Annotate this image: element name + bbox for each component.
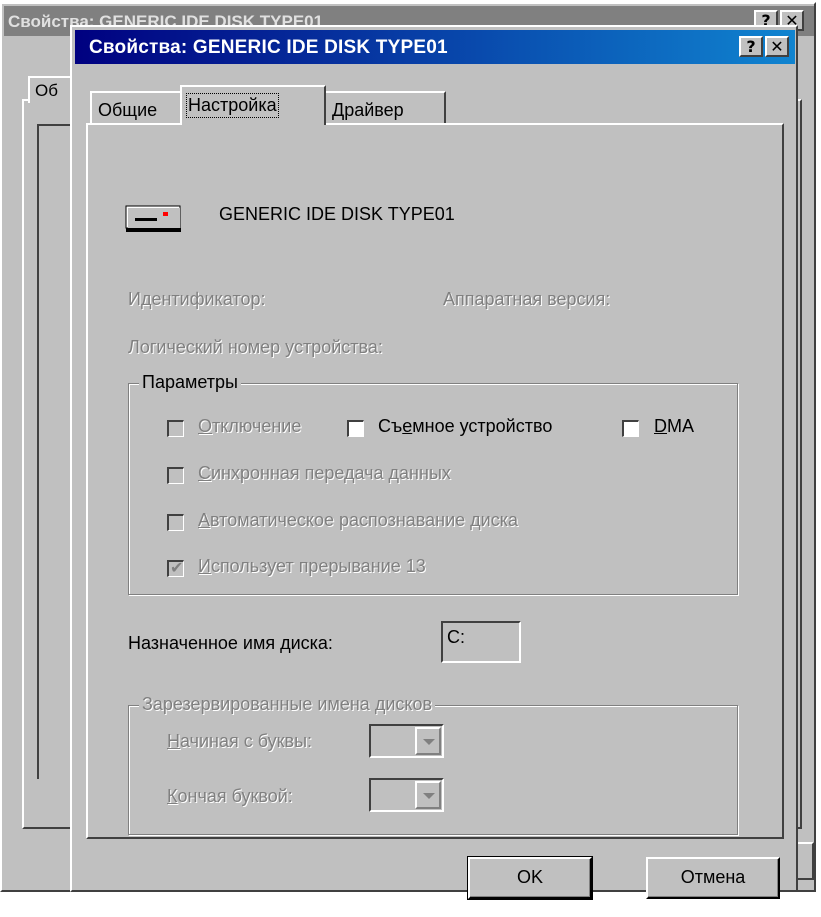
background-tab-label: Об <box>35 81 58 100</box>
end-letter-select[interactable] <box>369 778 444 812</box>
ok-button[interactable]: OK <box>467 856 593 900</box>
start-letter-select[interactable] <box>369 724 444 758</box>
reserved-group-title: Зарезервированные имена дисков <box>139 694 436 715</box>
tab-general-label: Общие <box>98 100 158 120</box>
tab-driver-label: Драйвер <box>332 100 404 120</box>
disk-drive-icon <box>125 205 181 232</box>
start-letter-label: Начиная с буквы: <box>167 731 313 751</box>
parameters-group-title: Параметры <box>139 372 241 393</box>
tab-settings-label: Настройка <box>186 93 279 118</box>
removable-label: Съемное устройство <box>378 416 553 436</box>
close-button[interactable]: ✕ <box>765 36 789 57</box>
chevron-down-icon <box>423 793 435 799</box>
parameters-group: Параметры Отключение Съемное устройство … <box>128 372 738 595</box>
dialog-title: Свойства: GENERIC IDE DISK TYPE01 <box>89 37 448 58</box>
identifier-label: Идентификатор: <box>128 289 266 309</box>
reserved-group: Зарезервированные имена дисков Начиная с… <box>128 694 738 835</box>
drive-letter-field: C: <box>441 621 521 663</box>
chevron-down-icon <box>423 739 435 745</box>
checkmark-icon: ✔ <box>170 558 184 577</box>
help-button[interactable]: ? <box>739 36 763 57</box>
dialog-title-bar[interactable]: Свойства: GENERIC IDE DISK TYPE01 ? ✕ <box>75 30 795 64</box>
disconnect-checkbox[interactable] <box>167 420 184 437</box>
dma-label: DMA <box>654 416 694 436</box>
end-letter-label: Кончая буквой: <box>167 786 293 806</box>
int13-checkbox[interactable]: ✔ <box>167 558 184 577</box>
tab-driver[interactable]: Драйвер <box>324 91 446 125</box>
auto-detect-checkbox[interactable] <box>167 514 184 531</box>
removable-checkbox[interactable] <box>347 420 364 437</box>
cancel-button[interactable]: Отмена <box>646 857 780 899</box>
device-name: GENERIC IDE DISK TYPE01 <box>219 204 455 224</box>
drive-letter-label: Назначенное имя диска: <box>128 633 333 653</box>
logical-unit-label: Логический номер устройства: <box>128 337 383 357</box>
dma-checkbox[interactable] <box>622 420 639 437</box>
sync-transfer-label: Синхронная передача данных <box>198 463 451 483</box>
int13-label: Использует прерывание 13 <box>198 556 426 576</box>
tab-general[interactable]: Общие <box>90 91 182 125</box>
auto-detect-label: Автоматическое распознавание диска <box>198 510 519 530</box>
drive-letter-value: C: <box>447 627 465 647</box>
sync-transfer-checkbox[interactable] <box>167 467 184 484</box>
end-letter-dropdown-button[interactable] <box>415 781 441 809</box>
properties-dialog[interactable]: Свойства: GENERIC IDE DISK TYPE01 ? ✕ Об… <box>70 25 798 900</box>
disconnect-label: Отключение <box>198 416 302 436</box>
hardware-version-label: Аппаратная версия: <box>443 289 611 309</box>
settings-tab-panel: GENERIC IDE DISK TYPE01 Идентификатор: А… <box>86 123 784 839</box>
start-letter-dropdown-button[interactable] <box>415 727 441 755</box>
tab-settings[interactable]: Настройка <box>180 85 326 125</box>
